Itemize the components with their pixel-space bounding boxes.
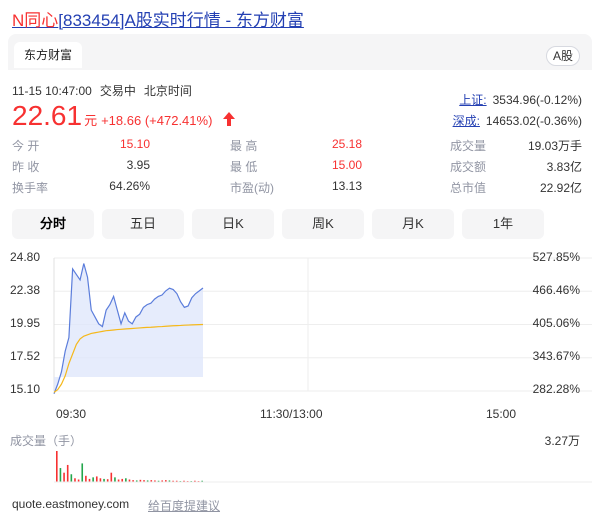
card-header: 东方财富 A股: [8, 34, 592, 70]
y-pct-label-3: 343.67%: [532, 349, 580, 363]
volume-bar-11: [95, 476, 98, 482]
volume-bar-4: [70, 474, 73, 482]
quote-meta: 11-15 10:47:00 交易中 北京时间: [12, 82, 200, 99]
stat-open: 今 开 15.10: [12, 137, 150, 154]
volume-bar-12: [99, 478, 102, 482]
x-label-close: 15:00: [486, 407, 517, 421]
stat-mcap: 总市值 22.92亿: [450, 179, 582, 196]
stat-prev-label: 昨 收: [12, 160, 40, 174]
volume-bar-16: [114, 477, 116, 482]
y-pct-label-4: 282.28%: [532, 382, 580, 396]
tab-intraday[interactable]: 分时: [12, 209, 94, 239]
stat-pe-label: 市盈(动): [230, 181, 274, 195]
x-label-open: 09:30: [56, 407, 87, 421]
volume-bar-15: [110, 472, 113, 482]
page-title-link[interactable]: N同心[833454]A股实时行情 - 东方财富: [12, 6, 304, 31]
stat-prev-value: 3.95: [126, 158, 150, 172]
source-url-link[interactable]: quote.eastmoney.com: [12, 497, 129, 511]
stat-turnover-label: 换手率: [12, 181, 49, 195]
index-link-sh[interactable]: 上证:: [459, 93, 486, 107]
volume-bar-19: [125, 478, 127, 482]
volume-bar-8: [85, 475, 87, 482]
volume-bar-0: [56, 451, 58, 482]
y-label-3: 17.52: [10, 349, 41, 363]
stat-volume: 成交量 19.03万手: [450, 137, 582, 154]
volume-axis-label: 成交量（手）: [10, 434, 83, 448]
trading-status: 交易中: [99, 84, 136, 98]
intraday-chart[interactable]: [8, 246, 592, 488]
stat-prev-close: 昨 收 3.95: [12, 158, 150, 175]
quote-card: 东方财富 A股 11-15 10:47:00 交易中 北京时间 22.61 元 +18.…: [8, 34, 592, 488]
tab-daily-k[interactable]: 日K: [192, 209, 274, 239]
stat-mcap-value: 22.92亿: [539, 181, 582, 195]
x-label-midday: 11:30/13:00: [260, 407, 323, 421]
index-row-sz: 深成: 14653.02(-0.36%): [453, 111, 582, 132]
index-row-sh: 上证: 3534.96(-0.12%): [453, 90, 582, 111]
volume-bar-10: [92, 477, 94, 482]
stat-open-value: 15.10: [119, 137, 150, 151]
tab-monthly-k[interactable]: 月K: [372, 209, 454, 239]
tab-1year[interactable]: 1年: [462, 209, 544, 239]
index-box: 上证: 3534.96(-0.12%) 深成: 14653.02(-0.36%): [453, 90, 582, 132]
price-unit: 元: [84, 113, 98, 128]
volume-bar-7: [81, 463, 84, 482]
y-label-1: 22.38: [10, 283, 41, 297]
stat-low: 最 低 15.00: [230, 158, 362, 175]
index-value-sz: 14653.02(-0.36%): [485, 114, 582, 128]
current-price: 22.61: [12, 100, 83, 131]
price-change: +18.66 (+472.41%): [101, 113, 213, 128]
stat-amount-value: 3.83亿: [546, 160, 582, 174]
volume-bar-2: [63, 472, 65, 482]
feedback-link[interactable]: 给百度提建议: [148, 497, 220, 514]
volume-max-label: 3.27万: [544, 434, 580, 448]
stat-amount: 成交额 3.83亿: [450, 158, 582, 175]
price-row: 22.61 元 +18.66 (+472.41%): [12, 100, 235, 131]
stat-turnover-value: 64.26%: [109, 179, 150, 193]
stat-high-label: 最 高: [230, 139, 258, 153]
stat-low-label: 最 低: [230, 160, 258, 174]
quote-datetime: 11-15 10:47:00: [12, 84, 92, 98]
y-label-0: 24.80: [10, 250, 41, 264]
y-label-4: 15.10: [10, 382, 41, 396]
y-pct-label-1: 466.46%: [532, 283, 580, 297]
stat-pe-value: 13.13: [331, 179, 362, 193]
stat-open-label: 今 开: [12, 139, 40, 153]
volume-bar-1: [59, 468, 62, 482]
y-pct-label-0: 527.85%: [532, 250, 580, 264]
stat-mcap-label: 总市值: [450, 181, 487, 195]
volume-bar-5: [74, 478, 76, 482]
stat-volume-label: 成交量: [450, 139, 487, 153]
source-tab[interactable]: 东方财富: [14, 42, 83, 68]
tab-weekly-k[interactable]: 周K: [282, 209, 364, 239]
timezone-label: 北京时间: [143, 84, 192, 98]
stat-pe: 市盈(动) 13.13: [230, 179, 362, 196]
stat-high-value: 25.18: [331, 137, 362, 151]
stat-amount-label: 成交额: [450, 160, 487, 174]
index-value-sh: 3534.96(-0.12%): [492, 93, 582, 107]
title-stock-name: N同心: [12, 11, 59, 30]
market-badge[interactable]: A股: [545, 46, 580, 66]
stat-volume-value: 19.03万手: [527, 139, 582, 153]
up-arrow-icon: [222, 112, 235, 131]
stat-turnover: 换手率 64.26%: [12, 179, 150, 196]
stat-high: 最 高 25.18: [230, 137, 362, 154]
tab-5day[interactable]: 五日: [102, 209, 184, 239]
title-stock-code: [833454]A股实时行情 - 东方财富: [58, 11, 304, 30]
y-label-2: 19.95: [10, 316, 41, 330]
volume-bar-3: [66, 464, 69, 482]
y-pct-label-2: 405.06%: [532, 316, 580, 330]
stat-low-value: 15.00: [331, 158, 362, 172]
index-link-sz[interactable]: 深成:: [453, 114, 480, 128]
